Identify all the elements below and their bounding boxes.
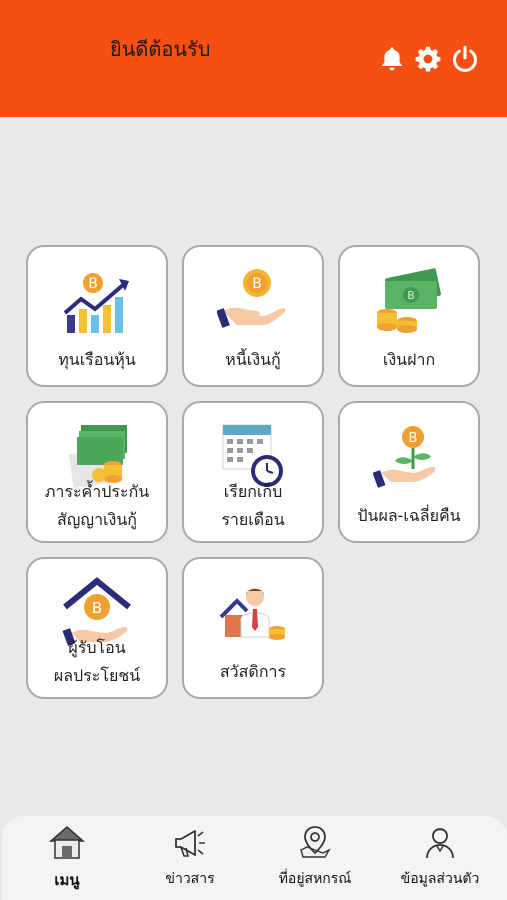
- nav-item-news[interactable]: ข่าวสาร: [130, 816, 250, 900]
- nav-item-profile[interactable]: ข้อมูลส่วนตัว: [380, 816, 500, 900]
- tile-beneficiary[interactable]: B ผู้รับโอน ผลประโยชน์: [26, 557, 168, 699]
- tile-label-line1: ภาระค้ำประกัน: [44, 482, 150, 501]
- nav-label: ข้อมูลส่วนตัว: [400, 871, 480, 887]
- bottom-nav: เมนู ข่าวสาร ที่อยู่สหกรณ์ ข้อมูลส่วนตัว: [2, 816, 507, 900]
- tile-label: เงินฝาก: [382, 350, 436, 369]
- nav-item-address[interactable]: ที่อยู่สหกรณ์: [255, 816, 375, 900]
- svg-text:B: B: [409, 431, 418, 446]
- tile-loan-guarantee[interactable]: ภาระค้ำประกัน สัญญาเงินกู้: [26, 401, 168, 543]
- svg-text:B: B: [252, 276, 262, 292]
- app-header: ยินดีต้อนรับ: [0, 0, 507, 117]
- svg-text:B: B: [92, 599, 102, 617]
- megaphone-icon: [175, 830, 205, 857]
- tile-label-line2: รายเดือน: [221, 510, 285, 529]
- tile-deposit[interactable]: B เงินฝาก: [338, 245, 480, 387]
- money-coins-icon: B: [377, 268, 441, 333]
- bell-icon[interactable]: [378, 45, 406, 73]
- nav-label: ข่าวสาร: [165, 871, 215, 887]
- home-icon: [49, 826, 85, 859]
- tile-welfare[interactable]: สวัสดิการ: [182, 557, 324, 699]
- tile-label: ปันผล-เฉลี่ยคืน: [357, 506, 461, 525]
- page-title: ยินดีต้อนรับ: [110, 37, 211, 61]
- svg-text:B: B: [88, 276, 98, 292]
- nav-label: เมนู: [54, 871, 80, 889]
- svg-text:B: B: [407, 289, 415, 302]
- nav-item-menu[interactable]: เมนู: [7, 816, 127, 900]
- nav-label: ที่อยู่สหกรณ์: [278, 871, 352, 887]
- tile-dividend[interactable]: B ปันผล-เฉลี่ยคืน: [338, 401, 480, 543]
- tile-monthly-billing[interactable]: เรียกเก็บ รายเดือน: [182, 401, 324, 543]
- user-icon: [426, 828, 454, 859]
- tile-label: ทุนเรือนหุ้น: [58, 350, 136, 369]
- plant-coin-icon: B: [373, 426, 436, 488]
- person-welfare-icon: [219, 588, 285, 640]
- gear-icon[interactable]: [414, 45, 442, 73]
- tile-loan-debt[interactable]: B หนี้เงินกู้: [182, 245, 324, 387]
- map-pin-icon: [300, 826, 331, 858]
- tile-label-line2: สัญญาเงินกู้: [57, 510, 137, 529]
- bitcoin-chart-icon: B: [63, 273, 129, 333]
- tile-label: หนี้เงินกู้: [225, 350, 281, 369]
- tile-label-line1: ผู้รับโอน: [68, 638, 126, 657]
- tile-share-capital[interactable]: B ทุนเรือนหุ้น: [26, 245, 168, 387]
- tile-label: สวัสดิการ: [219, 662, 287, 681]
- tile-label-line2: ผลประโยชน์: [53, 666, 141, 685]
- tile-label-line1: เรียกเก็บ: [223, 482, 283, 501]
- power-icon[interactable]: [451, 45, 479, 73]
- coin-hand-icon: B: [217, 269, 286, 328]
